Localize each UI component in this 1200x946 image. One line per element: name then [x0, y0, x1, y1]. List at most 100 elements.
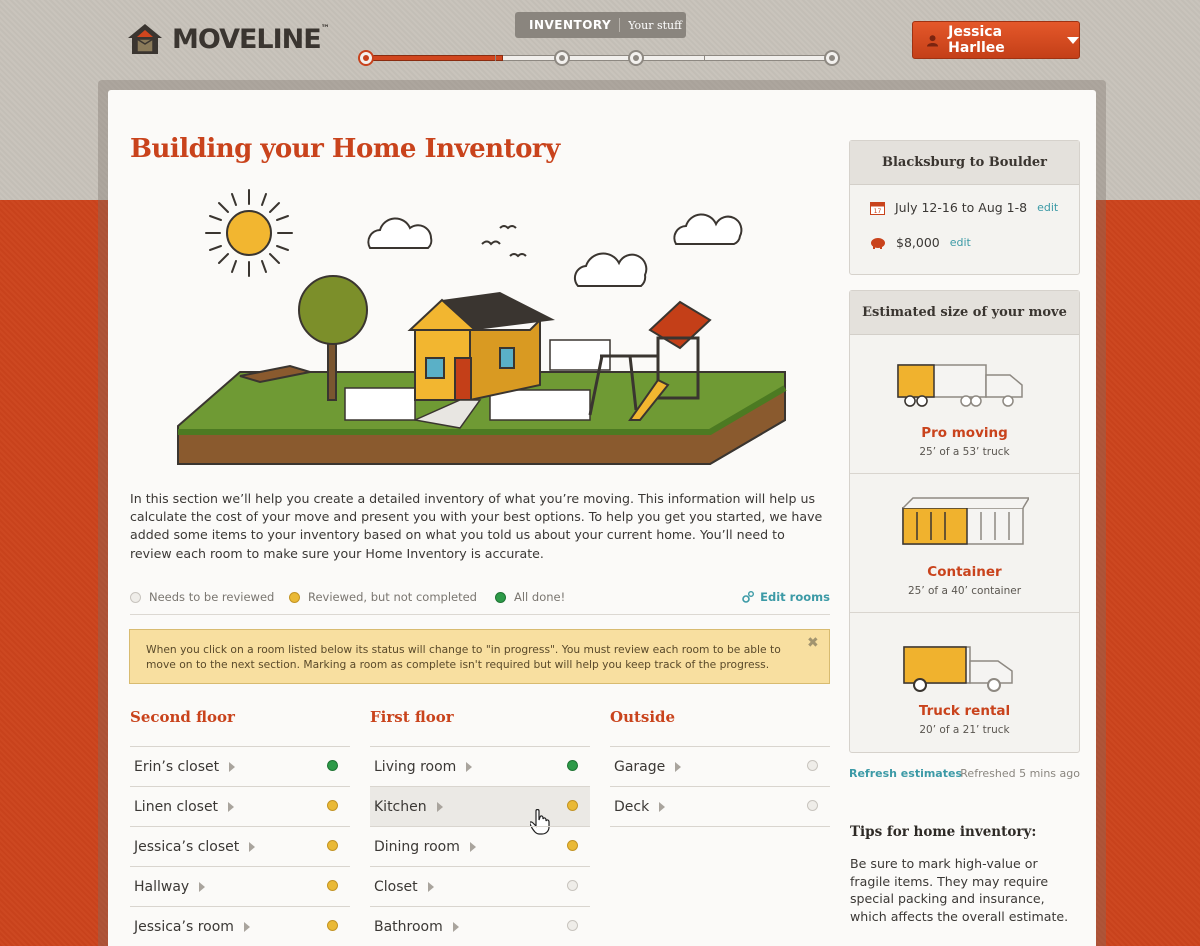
- semi-truck-icon: [896, 364, 1023, 407]
- chevron-right-icon: [199, 881, 206, 892]
- chevron-right-icon: [436, 801, 443, 812]
- stage-tab-sub: Your stuff: [628, 18, 682, 32]
- column-title: First floor: [370, 708, 454, 726]
- status-dot-yellow-icon: [327, 880, 338, 891]
- room-item[interactable]: Erin’s closet: [130, 746, 350, 786]
- room-column-outside: Outside Garage Deck: [610, 706, 830, 827]
- trip-title: Blacksburg to Boulder: [850, 141, 1079, 185]
- edit-dates-link[interactable]: edit: [1037, 201, 1058, 214]
- status-dot-yellow-icon: [289, 591, 300, 603]
- chevron-right-icon: [452, 921, 459, 932]
- box-truck-icon: [902, 646, 1013, 692]
- cloud-icon: [367, 213, 743, 287]
- progress-step-2[interactable]: [554, 50, 570, 66]
- estimate-name: Pro moving: [921, 425, 1008, 441]
- page-title: Building your Home Inventory: [130, 134, 560, 164]
- room-item[interactable]: Dining room: [370, 826, 590, 866]
- status-dot-grey-icon: [567, 920, 578, 931]
- refresh-estimates-link[interactable]: Refresh estimates: [849, 767, 962, 780]
- chevron-right-icon: [229, 761, 236, 772]
- room-name: Hallway: [134, 878, 190, 895]
- logo[interactable]: MOVELINE™: [124, 20, 330, 58]
- chevron-right-icon: [228, 801, 235, 812]
- info-notice: When you click on a room listed below it…: [129, 629, 830, 684]
- room-column-first-floor: First floor Living room Kitchen Dining r…: [370, 706, 590, 946]
- close-icon[interactable]: ✖: [807, 636, 821, 651]
- status-dot-green-icon: [327, 760, 338, 771]
- legend-label: All done!: [514, 590, 566, 604]
- sun-icon: [205, 189, 293, 277]
- intro-text: In this section we’ll help you create a …: [130, 491, 823, 561]
- room-name: Bathroom: [374, 918, 443, 935]
- estimate-option-truck-rental[interactable]: Truck rental 20’ of a 21’ truck: [850, 613, 1079, 752]
- room-item[interactable]: Living room: [370, 746, 590, 786]
- refreshed-time: Refreshed 5 mins ago: [960, 767, 1080, 780]
- status-dot-grey-icon: [567, 880, 578, 891]
- container-icon: [901, 497, 1029, 545]
- chevron-right-icon: [469, 841, 476, 852]
- legend-label: Needs to be reviewed: [149, 590, 275, 604]
- column-title: Second floor: [130, 708, 235, 726]
- trip-budget: $8,000: [896, 235, 940, 250]
- room-name: Living room: [374, 758, 457, 775]
- status-legend: Needs to be reviewed Reviewed, but not c…: [130, 588, 830, 608]
- estimate-option-container[interactable]: Container 25’ of a 40’ container: [850, 474, 1079, 613]
- room-item[interactable]: Linen closet: [130, 786, 350, 826]
- room-name: Jessica’s room: [134, 918, 234, 935]
- tips-title: Tips for home inventory:: [850, 824, 1037, 840]
- chevron-right-icon: [249, 841, 256, 852]
- estimate-option-pro-moving[interactable]: Pro moving 25’ of a 53’ truck: [850, 335, 1079, 474]
- chevron-right-icon: [243, 921, 250, 932]
- status-dot-green-icon: [495, 591, 506, 603]
- progress-stepper: [358, 49, 842, 67]
- logo-text: MOVELINE™: [172, 23, 330, 55]
- estimate-desc: 25’ of a 53’ truck: [919, 446, 1010, 458]
- chevron-right-icon: [659, 801, 666, 812]
- room-item[interactable]: Closet: [370, 866, 590, 906]
- progress-fill: [366, 55, 503, 61]
- status-dot-grey-icon: [807, 760, 818, 771]
- room-item[interactable]: Garage: [610, 746, 830, 786]
- status-dot-yellow-icon: [327, 840, 338, 851]
- estimate-name: Truck rental: [918, 703, 1011, 719]
- room-item[interactable]: Hallway: [130, 866, 350, 906]
- gears-icon: [742, 591, 755, 603]
- column-title: Outside: [610, 708, 676, 726]
- legend-needs-review: Needs to be reviewed: [130, 590, 274, 604]
- room-name: Linen closet: [134, 798, 219, 815]
- progress-step-1[interactable]: [358, 50, 374, 66]
- status-dot-yellow-icon: [327, 800, 338, 811]
- room-item[interactable]: Jessica’s closet: [130, 826, 350, 866]
- room-item[interactable]: Bathroom: [370, 906, 590, 946]
- estimate-desc: 25’ of a 40’ container: [907, 585, 1022, 597]
- stage-tab-label: INVENTORY: [515, 18, 621, 32]
- edit-rooms-link[interactable]: Edit rooms: [741, 590, 830, 604]
- status-dot-grey-icon: [807, 800, 818, 811]
- room-name: Closet: [374, 878, 418, 895]
- progress-divider: [495, 55, 496, 61]
- user-icon: [927, 34, 939, 47]
- chevron-down-icon: [1067, 36, 1079, 44]
- room-name: Dining room: [374, 838, 460, 855]
- room-item[interactable]: Kitchen: [370, 786, 590, 835]
- svg-text:17: 17: [874, 208, 882, 215]
- progress-step-4[interactable]: [824, 50, 840, 66]
- room-name: Jessica’s closet: [134, 838, 240, 855]
- progress-divider: [704, 55, 705, 61]
- room-item[interactable]: Deck: [610, 786, 830, 826]
- status-dot-yellow-icon: [567, 840, 578, 851]
- estimate-panel: Estimated size of your move Pro moving 2…: [849, 290, 1080, 753]
- room-name: Deck: [614, 798, 650, 815]
- piggy-bank-icon: [871, 237, 885, 249]
- room-name: Garage: [614, 758, 666, 775]
- status-dot-yellow-icon: [327, 920, 338, 931]
- estimate-desc: 20’ of a 21’ truck: [919, 724, 1010, 736]
- stage-tab-inventory[interactable]: INVENTORY Your stuff: [515, 12, 686, 38]
- progress-step-3[interactable]: [628, 50, 644, 66]
- birds-icon: [481, 225, 527, 258]
- status-dot-green-icon: [567, 760, 578, 771]
- edit-budget-link[interactable]: edit: [950, 236, 971, 249]
- user-menu-button[interactable]: Jessica Harllee: [912, 21, 1080, 59]
- chevron-right-icon: [675, 761, 682, 772]
- room-item[interactable]: Jessica’s room: [130, 906, 350, 946]
